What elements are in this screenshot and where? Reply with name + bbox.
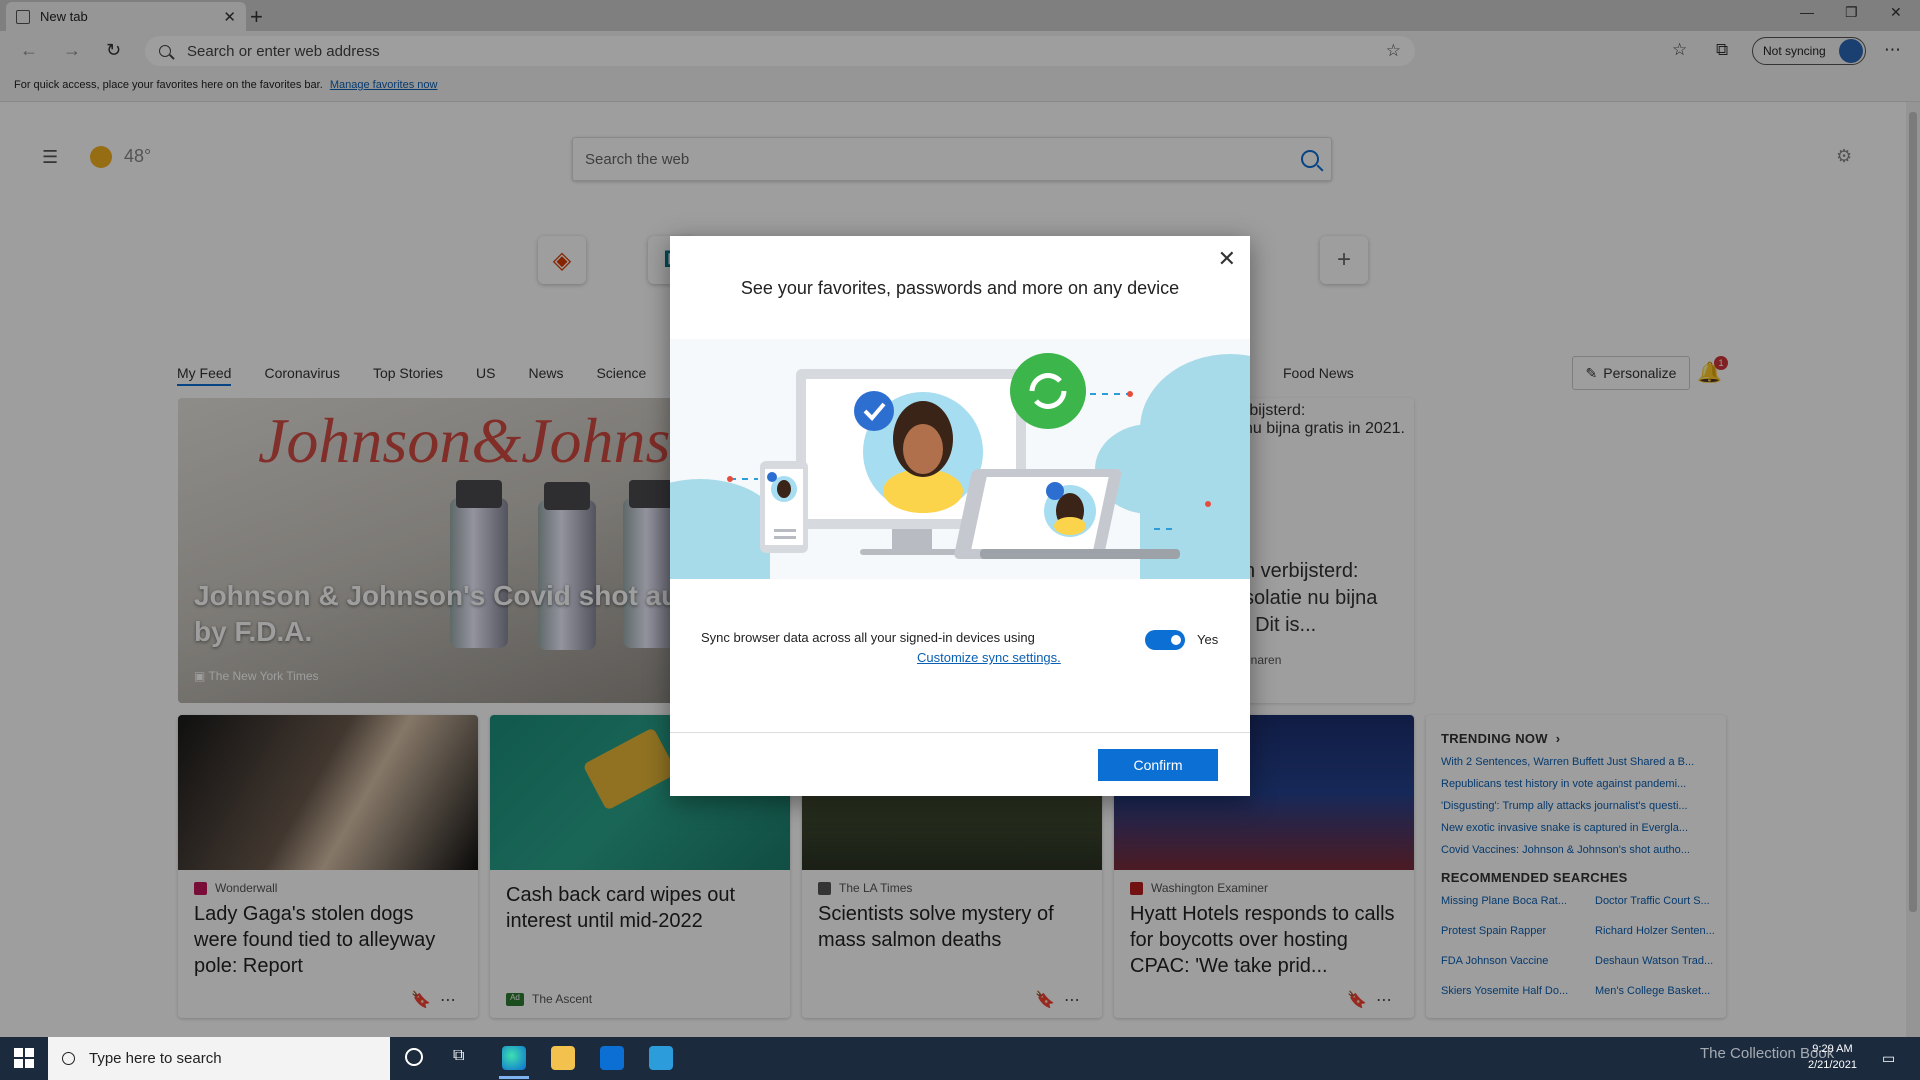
clock[interactable]: 9:29 AM 2/21/2021 xyxy=(1808,1041,1857,1073)
sync-description: Sync browser data across all your signed… xyxy=(701,630,1035,645)
sync-dialog: ✕ See your favorites, passwords and more… xyxy=(620,236,1320,796)
notifications-icon[interactable]: ▭ xyxy=(1882,1050,1895,1067)
edge-icon[interactable] xyxy=(502,1046,526,1070)
task-view-icon[interactable]: ⧉ xyxy=(453,1047,464,1065)
divider xyxy=(670,732,1250,733)
windows-start-icon[interactable] xyxy=(14,1048,34,1068)
close-icon[interactable]: ✕ xyxy=(1218,246,1236,272)
sync-toggle-label: Yes xyxy=(1197,632,1219,647)
customize-sync-link[interactable]: Customize sync settings. xyxy=(917,650,1061,665)
store-icon[interactable] xyxy=(600,1046,624,1070)
taskbar-search-placeholder: Type here to search xyxy=(89,1050,222,1067)
active-app-indicator xyxy=(499,1076,529,1079)
cortana-icon[interactable] xyxy=(405,1048,423,1066)
dialog-title: See your favorites, passwords and more o… xyxy=(740,278,1180,298)
date: 2/21/2021 xyxy=(1808,1059,1857,1071)
confirm-button[interactable]: Confirm xyxy=(1098,749,1218,781)
sync-illustration xyxy=(620,339,1320,579)
sync-toggle[interactable] xyxy=(1145,630,1185,650)
time: 9:29 AM xyxy=(1812,1043,1853,1055)
search-icon xyxy=(62,1052,75,1065)
file-explorer-icon[interactable] xyxy=(551,1046,575,1070)
mail-icon[interactable] xyxy=(649,1046,673,1070)
taskbar-search[interactable]: Type here to search xyxy=(48,1037,390,1080)
